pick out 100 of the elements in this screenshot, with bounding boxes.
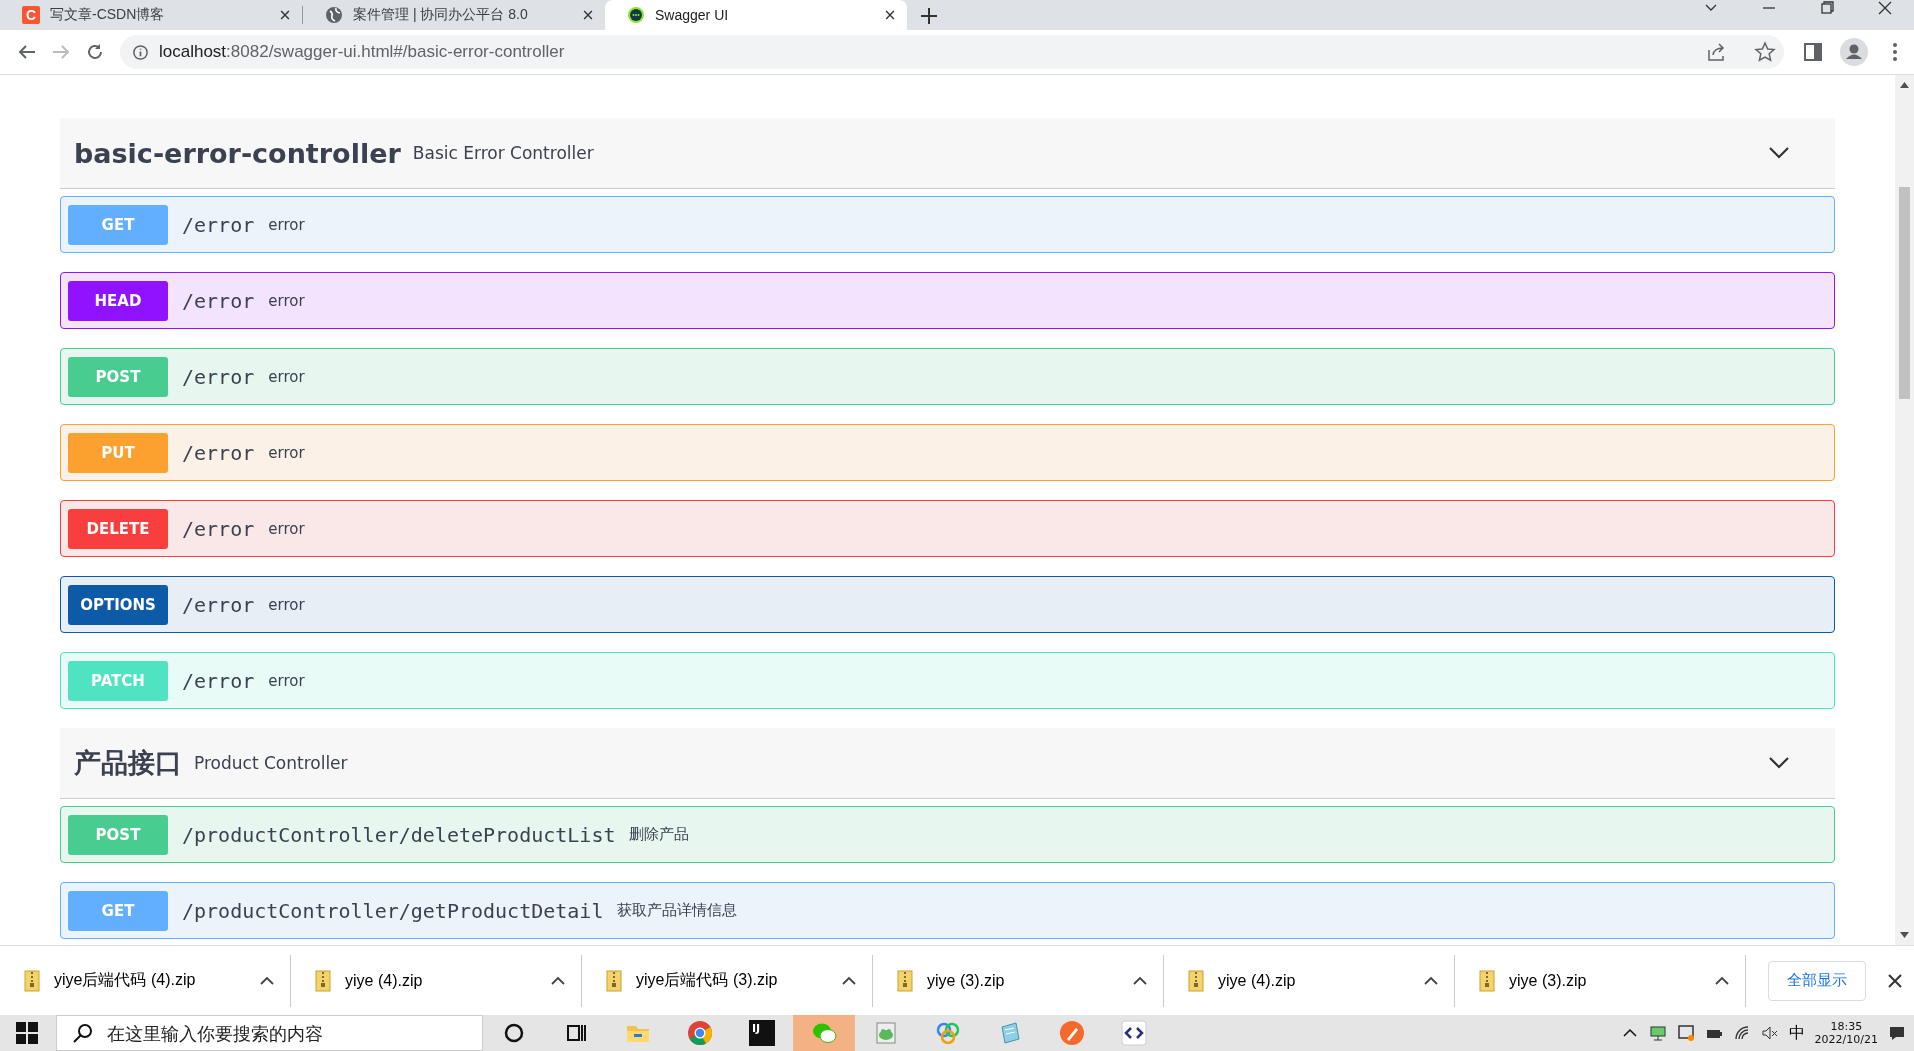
endpoint-path: /error: [182, 440, 255, 465]
reload-icon[interactable]: [85, 42, 105, 62]
display-icon[interactable]: [1676, 1024, 1695, 1042]
close-icon[interactable]: [883, 8, 897, 22]
browser-tab[interactable]: Swagger UI: [605, 0, 907, 30]
method-badge: GET: [68, 204, 168, 245]
operation-row[interactable]: PUT /error error: [60, 424, 1835, 481]
show-all-button[interactable]: 全部显示: [1768, 960, 1866, 1001]
star-icon[interactable]: [1754, 41, 1776, 63]
operation-row[interactable]: HEAD /error error: [60, 272, 1835, 329]
search-icon: [72, 1022, 94, 1044]
zip-file-icon: [315, 969, 331, 992]
pen-icon: [1058, 1019, 1086, 1047]
zip-file-icon: [606, 969, 622, 992]
file-name: yiye后端代码 (3).zip: [636, 970, 779, 990]
section-header[interactable]: basic-error-controller Basic Error Controller: [60, 118, 1835, 189]
operation-row[interactable]: OPTIONS /error error: [60, 576, 1835, 633]
close-icon[interactable]: [581, 8, 595, 22]
caret-up-icon[interactable]: [260, 976, 274, 985]
operation-row[interactable]: GET /error error: [60, 196, 1835, 253]
caret-up-icon[interactable]: [842, 976, 856, 985]
wifi-icon[interactable]: [1732, 1024, 1751, 1042]
scroll-up-icon[interactable]: [1900, 82, 1909, 88]
download-item[interactable]: yiye (4).zip: [1164, 954, 1455, 1007]
endpoint-summary: error: [268, 443, 305, 462]
method-badge: PUT: [68, 432, 168, 473]
browser-tab[interactable]: C 写文章-CSDN博客: [0, 0, 302, 30]
avatar-icon[interactable]: [1840, 38, 1868, 66]
input-method-indicator[interactable]: 中: [1788, 1022, 1805, 1044]
endpoint-summary: error: [268, 215, 305, 234]
file-name: yiye (4).zip: [1218, 971, 1297, 990]
caret-up-icon[interactable]: [551, 976, 565, 985]
url-text: localhost:8082/swagger-ui.html#/basic-error-controller: [159, 42, 565, 62]
network-icon[interactable]: [1648, 1024, 1667, 1042]
download-item[interactable]: yiye (4).zip: [291, 954, 582, 1007]
caret-up-icon[interactable]: [1424, 976, 1438, 985]
tab-title: 案件管理 | 协同办公平台 8.0: [353, 6, 529, 24]
operation-row[interactable]: GET /productController/getProductDetail 获取产品详情信息: [60, 882, 1835, 939]
file-name: yiye (4).zip: [345, 971, 424, 990]
caret-up-icon[interactable]: [1715, 976, 1729, 985]
clock-time[interactable]: 18:35: [1830, 1020, 1863, 1033]
zip-file-icon: [1188, 969, 1204, 992]
endpoint-summary: 删除产品: [629, 825, 690, 844]
windows-start-icon[interactable]: [16, 1022, 38, 1044]
zip-file-icon: [1479, 969, 1495, 992]
globe-icon: [325, 6, 343, 24]
section-description: Product Controller: [194, 753, 349, 773]
chevron-icon[interactable]: [1767, 755, 1791, 771]
section-title: basic-error-controller: [74, 137, 401, 169]
close-icon[interactable]: [1888, 973, 1902, 988]
taskbar-app[interactable]: IJ: [731, 1015, 793, 1051]
caret-up-icon[interactable]: [1133, 976, 1147, 985]
scrollbar[interactable]: [1895, 75, 1914, 945]
endpoint-path: /error: [182, 668, 255, 693]
method-badge: OPTIONS: [68, 584, 168, 625]
file-name: yiye (3).zip: [927, 971, 1006, 990]
side-panel-icon[interactable]: [1802, 41, 1824, 63]
close-icon[interactable]: [278, 8, 292, 22]
endpoint-path: /error: [182, 592, 255, 617]
method-badge: HEAD: [68, 280, 168, 321]
taskbar-search-field[interactable]: 在这里输入你要搜索的内容: [56, 1015, 483, 1051]
endpoint-summary: 获取产品详情信息: [617, 901, 738, 920]
address-bar[interactable]: localhost:8082/swagger-ui.html#/basic-error-controller: [120, 35, 1784, 69]
download-item[interactable]: yiye (3).zip: [873, 954, 1164, 1007]
download-item[interactable]: yiye后端代码 (3).zip: [582, 954, 873, 1007]
endpoint-summary: error: [268, 367, 305, 386]
notification-icon[interactable]: [1888, 1024, 1906, 1042]
info-icon: [132, 43, 149, 61]
section-title: 产品接口: [74, 746, 182, 780]
method-badge: GET: [68, 890, 168, 931]
endpoint-summary: error: [268, 291, 305, 310]
operation-row[interactable]: POST /error error: [60, 348, 1835, 405]
tab-title: Swagger UI: [655, 7, 730, 23]
operation-row[interactable]: DELETE /error error: [60, 500, 1835, 557]
endpoint-path: /productController/getProductDetail: [182, 898, 604, 923]
scroll-down-icon[interactable]: [1900, 932, 1909, 938]
download-item[interactable]: yiye后端代码 (4).zip: [0, 954, 291, 1007]
method-badge: POST: [68, 356, 168, 397]
clock-date[interactable]: 2022/10/21: [1814, 1033, 1878, 1046]
operation-row[interactable]: PATCH /error error: [60, 652, 1835, 709]
volume-muted-icon[interactable]: [1760, 1024, 1779, 1042]
ide-logo: IJ: [749, 1020, 775, 1046]
code-icon: [1120, 1019, 1148, 1047]
chevron-icon[interactable]: [1767, 145, 1791, 161]
file-name: yiye (3).zip: [1509, 971, 1588, 990]
endpoint-path: /error: [182, 212, 255, 237]
endpoint-path: /productController/deleteProductList: [182, 822, 616, 847]
scrollbar-thumb[interactable]: [1899, 187, 1910, 399]
method-badge: POST: [68, 814, 168, 855]
browser-tab[interactable]: 案件管理 | 协同办公平台 8.0: [303, 0, 605, 30]
endpoint-summary: error: [268, 595, 305, 614]
endpoint-path: /error: [182, 288, 255, 313]
zip-file-icon: [897, 969, 913, 992]
method-badge: PATCH: [68, 660, 168, 701]
operation-row[interactable]: POST /productController/deleteProductList 删除产品: [60, 806, 1835, 863]
endpoint-path: /error: [182, 364, 255, 389]
method-badge: DELETE: [68, 508, 168, 549]
download-item[interactable]: yiye (3).zip: [1455, 954, 1746, 1007]
zip-file-icon: [24, 969, 40, 992]
section-header[interactable]: 产品接口 Product Controller: [60, 728, 1835, 799]
